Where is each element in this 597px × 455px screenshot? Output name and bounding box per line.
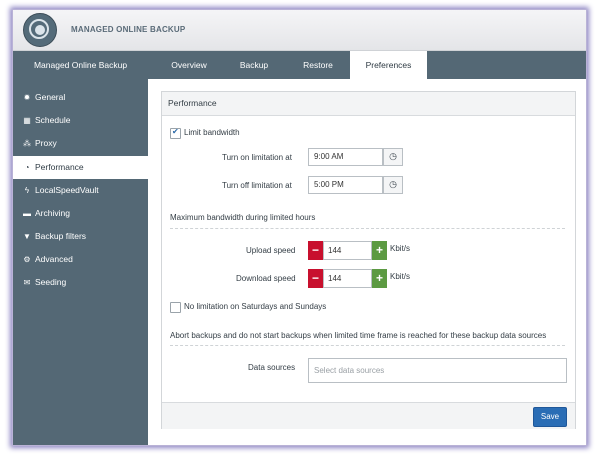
- turn-off-label: Turn off limitation at: [222, 181, 292, 190]
- network-icon: ⁂: [23, 139, 31, 148]
- panel-footer: Save: [162, 402, 575, 429]
- sidebar-item-backup-filters[interactable]: ▼ Backup filters: [13, 225, 148, 248]
- panel-header: Performance: [162, 92, 575, 116]
- sidebar: ✹ General ▦ Schedule ⁂ Proxy ◔ Performan…: [13, 79, 148, 445]
- turn-off-time-input[interactable]: 5:00 PM: [308, 176, 383, 194]
- download-increase-button[interactable]: +: [372, 269, 387, 288]
- bolt-icon: ϟ: [24, 186, 30, 195]
- data-sources-select[interactable]: Select data sources: [308, 358, 567, 383]
- sidebar-item-label: Advanced: [35, 254, 73, 264]
- sidebar-item-schedule[interactable]: ▦ Schedule: [13, 109, 148, 132]
- upload-speed-input[interactable]: 144: [323, 241, 372, 260]
- top-nav: Managed Online Backup Overview Backup Re…: [13, 51, 586, 81]
- calendar-icon: ▦: [23, 116, 31, 125]
- sidebar-item-performance[interactable]: ◔ Performance: [13, 156, 148, 179]
- sidebar-item-label: General: [35, 92, 66, 102]
- save-button[interactable]: Save: [533, 407, 567, 427]
- nav-restore[interactable]: Restore: [293, 51, 343, 79]
- section-divider: [170, 228, 565, 229]
- filter-icon: ▼: [23, 232, 31, 241]
- gears-icon: ⚙: [23, 255, 31, 264]
- sidebar-item-label: Seeding: [35, 277, 67, 287]
- envelope-icon: ✉: [23, 278, 31, 287]
- max-bandwidth-heading: Maximum bandwidth during limited hours: [170, 213, 316, 222]
- sidebar-item-seeding[interactable]: ✉ Seeding: [13, 271, 148, 294]
- turn-on-label: Turn on limitation at: [222, 153, 292, 162]
- no-limit-weekends-label: No limitation on Saturdays and Sundays: [184, 302, 327, 311]
- sidebar-item-archiving[interactable]: ▬ Archiving: [13, 202, 148, 225]
- sidebar-item-label: Archiving: [35, 208, 70, 218]
- sidebar-item-label: LocalSpeedVault: [35, 185, 99, 195]
- app-window: MANAGED ONLINE BACKUP Managed Online Bac…: [12, 9, 587, 446]
- sidebar-item-proxy[interactable]: ⁂ Proxy: [13, 132, 148, 155]
- app-header: MANAGED ONLINE BACKUP: [13, 10, 586, 51]
- app-title: MANAGED ONLINE BACKUP: [71, 25, 186, 34]
- download-unit: Kbit/s: [390, 272, 411, 281]
- download-speed-label: Download speed: [236, 274, 296, 283]
- upload-decrease-button[interactable]: −: [308, 241, 323, 260]
- sidebar-item-label: Backup filters: [35, 231, 87, 241]
- clock-icon[interactable]: ◷: [383, 148, 403, 166]
- turn-on-time-input[interactable]: 9:00 AM: [308, 148, 383, 166]
- sidebar-item-label: Proxy: [35, 138, 57, 148]
- app-logo: [23, 13, 57, 47]
- gear-icon: ✹: [23, 93, 31, 102]
- limit-bandwidth-label: Limit bandwidth: [184, 128, 240, 137]
- nav-managed-online-backup[interactable]: Managed Online Backup: [13, 51, 148, 79]
- performance-panel: Performance Limit bandwidth Turn on limi…: [161, 91, 576, 429]
- download-decrease-button[interactable]: −: [308, 269, 323, 288]
- speedometer-icon: ◔: [24, 163, 30, 172]
- nav-overview[interactable]: Overview: [163, 51, 215, 79]
- no-limit-weekends-checkbox[interactable]: [170, 302, 181, 313]
- sidebar-item-general[interactable]: ✹ General: [13, 86, 148, 109]
- logo-core: [35, 25, 45, 35]
- upload-increase-button[interactable]: +: [372, 241, 387, 260]
- main-content: Performance Limit bandwidth Turn on limi…: [148, 79, 586, 445]
- nav-backup[interactable]: Backup: [231, 51, 277, 79]
- clock-icon[interactable]: ◷: [383, 176, 403, 194]
- sidebar-item-advanced[interactable]: ⚙ Advanced: [13, 248, 148, 271]
- data-sources-label: Data sources: [248, 363, 296, 372]
- abort-heading: Abort backups and do not start backups w…: [170, 331, 547, 340]
- download-speed-input[interactable]: 144: [323, 269, 372, 288]
- upload-unit: Kbit/s: [390, 244, 411, 253]
- sidebar-item-localspeedvault[interactable]: ϟ LocalSpeedVault: [13, 179, 148, 202]
- folder-icon: ▬: [23, 209, 31, 218]
- upload-speed-label: Upload speed: [246, 246, 296, 255]
- sidebar-item-label: Performance: [35, 162, 84, 172]
- section-divider: [170, 345, 565, 346]
- sidebar-item-label: Schedule: [35, 115, 71, 125]
- limit-bandwidth-checkbox[interactable]: [170, 127, 181, 139]
- nav-preferences[interactable]: Preferences: [350, 51, 427, 81]
- panel-title: Performance: [168, 98, 217, 108]
